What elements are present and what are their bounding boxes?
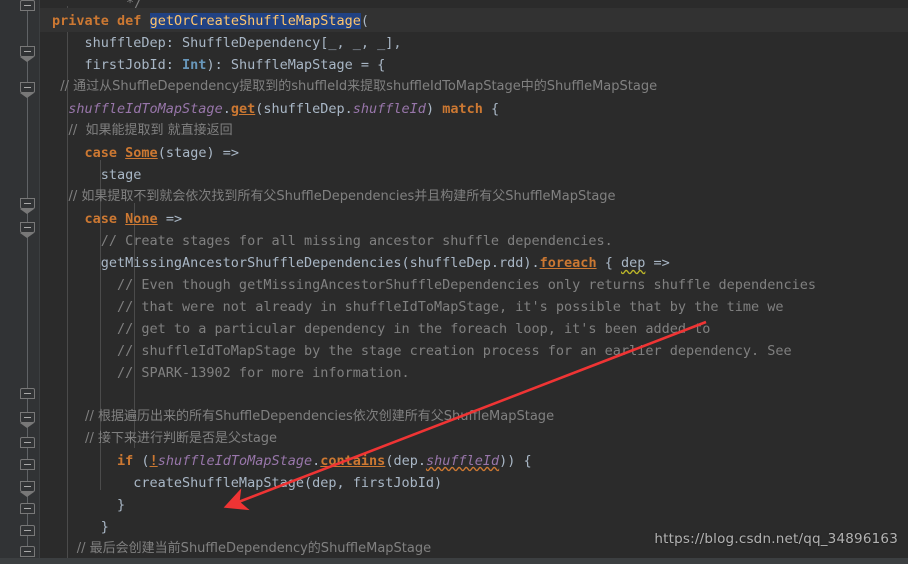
fold-marker-collapse[interactable] — [20, 412, 35, 423]
code-line-comment: // Create stages for all missing ancesto… — [52, 233, 613, 249]
code-line: if (!shuffleIdToMapStage.contains(dep.sh… — [117, 453, 532, 469]
fold-marker-collapse[interactable] — [20, 222, 35, 233]
code-line-comment: // SPARK-13902 for more information. — [52, 365, 410, 381]
editor-text-area[interactable]: */ private def getOrCreateShuffleMapStag… — [40, 0, 908, 564]
code-line-comment: // that were not already in shuffleIdToM… — [52, 299, 784, 315]
code-line-comment: // 通过从ShuffleDependency提取到的shuffleId来提取s… — [52, 79, 658, 94]
fold-marker-collapse[interactable] — [20, 388, 35, 399]
code-line: firstJobId: Int): ShuffleMapStage = { — [52, 57, 386, 73]
fold-marker-collapse[interactable] — [20, 82, 35, 93]
fold-marker-collapse[interactable] — [20, 503, 35, 514]
code-line: shuffleDep: ShuffleDependency[_, _, _], — [52, 35, 402, 51]
fold-arrow-icon — [20, 209, 34, 214]
code-line-comment: // 如果能提取到 就直接返回 — [52, 123, 233, 138]
code-line-comment: // 根据遍历出来的所有ShuffleDependencies依次创建所有父Sh… — [52, 409, 555, 424]
fold-arrow-icon — [20, 492, 34, 497]
code-line-comment: // Even though getMissingAncestorShuffle… — [52, 277, 817, 293]
code-line: } — [52, 519, 109, 535]
fold-marker-collapse[interactable] — [20, 459, 35, 470]
fold-marker-collapse[interactable] — [20, 46, 35, 57]
fold-arrow-icon — [20, 57, 34, 62]
code-line: stage — [52, 167, 142, 183]
fold-arrow-icon — [20, 423, 34, 428]
code-line-comment: // 最后会创建当前ShuffleDependency的ShuffleMapSt… — [52, 541, 432, 556]
code-line: } — [52, 497, 126, 513]
code-line-comment: // 接下来进行判断是否是父stage — [52, 431, 278, 446]
fold-marker-collapse[interactable] — [20, 546, 35, 557]
code-line-comment: // get to a particular dependency in the… — [52, 321, 711, 337]
code-line: getMissingAncestorShuffleDependencies(sh… — [52, 255, 670, 271]
fold-arrow-icon — [20, 93, 34, 98]
fold-marker-collapse[interactable] — [20, 0, 35, 11]
fold-marker-collapse[interactable] — [20, 198, 35, 209]
code-line: private def getOrCreateShuffleMapStage( — [52, 13, 370, 29]
code-line: createShuffleMapStage(dep, firstJobId) — [52, 475, 443, 491]
code-line: shuffleIdToMapStage.get(shuffleDep.shuff… — [68, 101, 500, 117]
watermark-text: https://blog.csdn.net/qq_34896163 — [654, 531, 898, 547]
fold-marker-collapse[interactable] — [20, 525, 35, 536]
code-editor-window: */ private def getOrCreateShuffleMapStag… — [0, 0, 908, 564]
code-line-comment: // 如果提取不到就会依次找到所有父ShuffleDependencies并且构… — [52, 189, 616, 204]
bottom-bar — [0, 558, 908, 564]
fold-marker-collapse[interactable] — [20, 437, 35, 448]
fold-marker-collapse[interactable] — [20, 481, 35, 492]
code-line-comment: // shuffleIdToMapStage by the stage crea… — [52, 343, 792, 359]
code-line: case Some(stage) => — [84, 145, 239, 161]
fold-arrow-icon — [20, 233, 34, 238]
code-line: case None => — [84, 211, 183, 227]
